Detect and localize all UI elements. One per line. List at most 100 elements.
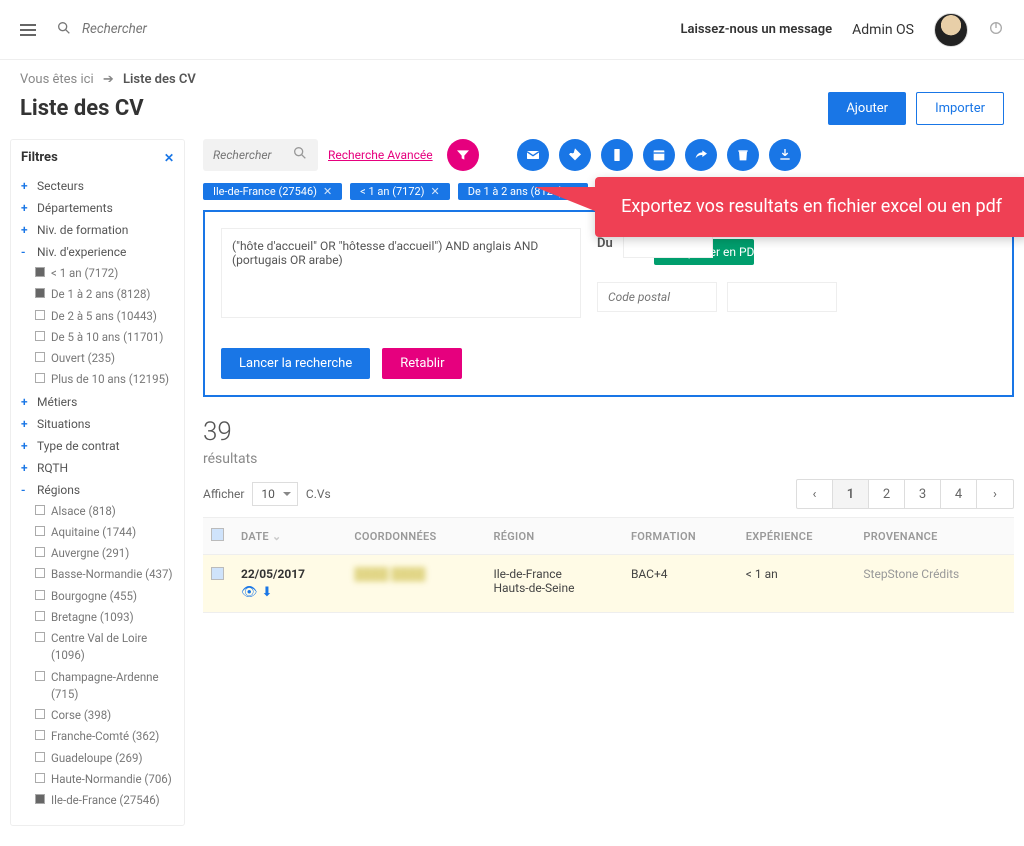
filter-sub-item[interactable]: Ouvert (235) xyxy=(35,348,174,369)
filter-item[interactable]: Niv. d'experience xyxy=(21,241,174,263)
checkbox[interactable] xyxy=(35,752,45,762)
menu-toggle-icon[interactable] xyxy=(20,21,36,39)
filter-sub-item[interactable]: De 2 à 5 ans (10443) xyxy=(35,306,174,327)
filter-item[interactable]: Type de contrat xyxy=(21,435,174,457)
filter-sub-item[interactable]: Franche-Comté (362) xyxy=(35,726,174,747)
checkbox[interactable] xyxy=(35,352,45,362)
reset-button[interactable]: Retablir xyxy=(382,348,462,379)
checkbox[interactable] xyxy=(35,632,45,642)
filter-sub-item[interactable]: Ile-de-France (27546) xyxy=(35,790,174,811)
filter-item[interactable]: Secteurs xyxy=(21,175,174,197)
page-number[interactable]: 3 xyxy=(905,480,941,508)
filter-sub-item[interactable]: Champagne-Ardenne (715) xyxy=(35,667,174,706)
trash-icon[interactable] xyxy=(727,139,759,171)
distance-input[interactable] xyxy=(727,282,837,312)
eye-icon[interactable]: 👁 xyxy=(241,585,258,600)
checkbox[interactable] xyxy=(35,505,45,515)
filter-sub-item[interactable]: Aquitaine (1744) xyxy=(35,522,174,543)
search-icon[interactable] xyxy=(292,145,308,165)
page-next[interactable]: › xyxy=(977,480,1013,508)
advanced-search-link[interactable]: Recherche Avancée xyxy=(328,148,433,162)
filter-sub-item[interactable]: De 1 à 2 ans (8128) xyxy=(35,284,174,305)
filter-sub-item[interactable]: Auvergne (291) xyxy=(35,543,174,564)
checkbox[interactable] xyxy=(35,310,45,320)
filter-item[interactable]: Niv. de formation xyxy=(21,219,174,241)
col-experience[interactable]: EXPÉRIENCE xyxy=(738,518,856,555)
mail-icon[interactable] xyxy=(517,139,549,171)
leave-message-link[interactable]: Laissez-nous un message xyxy=(680,22,832,37)
checkbox[interactable] xyxy=(35,730,45,740)
mobile-icon[interactable] xyxy=(601,139,633,171)
power-icon[interactable] xyxy=(988,20,1004,40)
display-before-label: Afficher xyxy=(203,487,244,501)
filter-tag[interactable]: < 1 an (7172) ✕ xyxy=(350,183,450,200)
col-region[interactable]: RÉGION xyxy=(485,518,622,555)
download-icon[interactable]: ⬇ xyxy=(262,585,273,600)
filter-item[interactable]: Métiers xyxy=(21,391,174,413)
checkbox[interactable] xyxy=(35,288,45,298)
col-coord[interactable]: COORDONNÉES xyxy=(346,518,485,555)
checkbox[interactable] xyxy=(35,568,45,578)
date-from-label: Du xyxy=(597,236,613,251)
filter-item[interactable]: Régions xyxy=(21,479,174,501)
checkbox[interactable] xyxy=(35,331,45,341)
search-icon[interactable] xyxy=(56,20,72,40)
filter-tag[interactable]: Ile-de-France (27546) ✕ xyxy=(203,183,342,200)
filter-sub-item[interactable]: Bourgogne (455) xyxy=(35,586,174,607)
checkbox[interactable] xyxy=(35,267,45,277)
calendar-icon[interactable] xyxy=(643,139,675,171)
row-region: Ile-de-France Hauts-de-Seine xyxy=(485,555,622,613)
tag-remove-icon[interactable]: ✕ xyxy=(431,185,440,198)
filter-sub-item[interactable]: Haute-Normandie (706) xyxy=(35,769,174,790)
page-prev[interactable]: ‹ xyxy=(797,480,833,508)
col-formation[interactable]: FORMATION xyxy=(623,518,738,555)
filter-sub-item[interactable]: Plus de 10 ans (12195) xyxy=(35,369,174,390)
tag-icon[interactable] xyxy=(559,139,591,171)
filter-icon[interactable] xyxy=(447,139,479,171)
table-row[interactable]: 22/05/2017 👁 ⬇ ████ ████ Ile-de-France H… xyxy=(203,555,1014,613)
filter-sub-item[interactable]: De 5 à 10 ans (11701) xyxy=(35,327,174,348)
page-number[interactable]: 1 xyxy=(833,480,869,508)
filter-sub-item[interactable]: Corse (398) xyxy=(35,705,174,726)
filter-item[interactable]: Départements xyxy=(21,197,174,219)
col-provenance[interactable]: PROVENANCE xyxy=(855,518,1014,555)
filter-sub-item[interactable]: Bretagne (1093) xyxy=(35,607,174,628)
toolbar-search-input[interactable] xyxy=(213,148,292,162)
select-all-checkbox[interactable] xyxy=(211,528,224,541)
checkbox[interactable] xyxy=(35,794,45,804)
checkbox[interactable] xyxy=(35,526,45,536)
per-page-select[interactable]: 10 xyxy=(252,482,298,506)
col-date[interactable]: DATE ⌄ xyxy=(233,518,346,555)
row-checkbox[interactable] xyxy=(211,567,224,580)
filter-sub-item[interactable]: Basse-Normandie (437) xyxy=(35,564,174,585)
filter-sub-item[interactable]: < 1 an (7172) xyxy=(35,263,174,284)
filter-sub-item[interactable]: Alsace (818) xyxy=(35,501,174,522)
filter-sub-item[interactable]: Guadeloupe (269) xyxy=(35,748,174,769)
share-icon[interactable] xyxy=(685,139,717,171)
page-number[interactable]: 4 xyxy=(941,480,977,508)
results-label: résultats xyxy=(203,451,1014,467)
advanced-search-block: ✕ ("hôte d'accueil" OR "hôtesse d'accuei… xyxy=(203,210,1014,397)
checkbox[interactable] xyxy=(35,709,45,719)
global-search-input[interactable] xyxy=(82,22,282,37)
main-content: Recherche Avancée ◻ Exporter en CSV ◻ Ex… xyxy=(203,139,1014,826)
filter-sub-item[interactable]: Centre Val de Loire (1096) xyxy=(35,628,174,667)
checkbox[interactable] xyxy=(35,547,45,557)
checkbox[interactable] xyxy=(35,611,45,621)
postal-code-input[interactable] xyxy=(597,282,717,312)
checkbox[interactable] xyxy=(35,671,45,681)
launch-search-button[interactable]: Lancer la recherche xyxy=(221,348,370,379)
checkbox[interactable] xyxy=(35,373,45,383)
filter-item[interactable]: Situations xyxy=(21,413,174,435)
checkbox[interactable] xyxy=(35,773,45,783)
query-textarea[interactable]: ("hôte d'accueil" OR "hôtesse d'accueil"… xyxy=(221,228,581,318)
download-icon[interactable] xyxy=(769,139,801,171)
checkbox[interactable] xyxy=(35,590,45,600)
close-icon[interactable]: ✕ xyxy=(164,151,174,165)
tag-remove-icon[interactable]: ✕ xyxy=(323,185,332,198)
add-button[interactable]: Ajouter xyxy=(828,92,906,125)
page-number[interactable]: 2 xyxy=(869,480,905,508)
avatar[interactable] xyxy=(934,13,968,47)
filter-item[interactable]: RQTH xyxy=(21,457,174,479)
import-button[interactable]: Importer xyxy=(916,92,1004,125)
